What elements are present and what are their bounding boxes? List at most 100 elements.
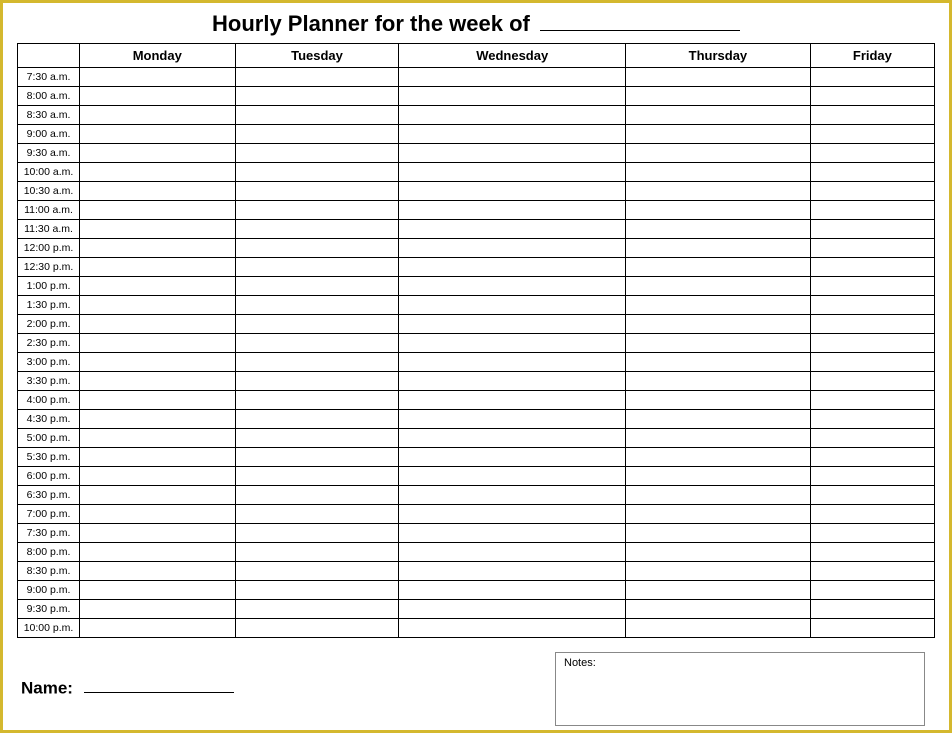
slot-cell (399, 448, 626, 467)
slot-cell (80, 201, 236, 220)
slot-cell (80, 315, 236, 334)
slot-cell (80, 106, 236, 125)
slot-cell (80, 68, 236, 87)
time-cell: 12:00 p.m. (18, 239, 80, 258)
slot-cell (235, 562, 399, 581)
slot-cell (626, 505, 811, 524)
slot-cell (80, 334, 236, 353)
slot-cell (626, 467, 811, 486)
slot-cell (235, 619, 399, 638)
time-cell: 7:30 p.m. (18, 524, 80, 543)
slot-cell (399, 315, 626, 334)
planner-frame: Hourly Planner for the week of Monday Tu… (0, 0, 952, 733)
notes-box: Notes: (555, 652, 925, 726)
slot-cell (80, 581, 236, 600)
slot-cell (810, 201, 934, 220)
slot-cell (399, 467, 626, 486)
day-header: Monday (80, 44, 236, 68)
time-row: 10:30 a.m. (18, 182, 935, 201)
slot-cell (80, 410, 236, 429)
slot-cell (80, 505, 236, 524)
time-cell: 9:00 a.m. (18, 125, 80, 144)
slot-cell (626, 106, 811, 125)
planner-table: Monday Tuesday Wednesday Thursday Friday… (17, 43, 935, 638)
slot-cell (810, 182, 934, 201)
slot-cell (80, 144, 236, 163)
slot-cell (235, 182, 399, 201)
slot-cell (810, 581, 934, 600)
slot-cell (80, 87, 236, 106)
slot-cell (399, 163, 626, 182)
time-cell: 9:00 p.m. (18, 581, 80, 600)
slot-cell (235, 125, 399, 144)
slot-cell (810, 429, 934, 448)
corner-cell (18, 44, 80, 68)
slot-cell (399, 239, 626, 258)
slot-cell (810, 163, 934, 182)
slot-cell (626, 581, 811, 600)
slot-cell (80, 182, 236, 201)
slot-cell (399, 144, 626, 163)
time-row: 11:30 a.m. (18, 220, 935, 239)
slot-cell (80, 353, 236, 372)
time-row: 8:00 p.m. (18, 543, 935, 562)
slot-cell (235, 467, 399, 486)
slot-cell (235, 277, 399, 296)
time-row: 8:00 a.m. (18, 87, 935, 106)
slot-cell (626, 372, 811, 391)
slot-cell (235, 258, 399, 277)
slot-cell (399, 258, 626, 277)
slot-cell (810, 239, 934, 258)
slot-cell (80, 448, 236, 467)
slot-cell (399, 334, 626, 353)
slot-cell (235, 486, 399, 505)
slot-cell (810, 543, 934, 562)
time-cell: 12:30 p.m. (18, 258, 80, 277)
time-row: 12:30 p.m. (18, 258, 935, 277)
slot-cell (810, 277, 934, 296)
slot-cell (810, 619, 934, 638)
time-row: 9:30 p.m. (18, 600, 935, 619)
slot-cell (399, 391, 626, 410)
slot-cell (810, 258, 934, 277)
name-blank-line (84, 678, 234, 693)
slot-cell (626, 258, 811, 277)
slot-cell (80, 562, 236, 581)
slot-cell (810, 467, 934, 486)
slot-cell (626, 239, 811, 258)
slot-cell (810, 391, 934, 410)
slot-cell (235, 144, 399, 163)
bottom-row: Name: Notes: (17, 652, 935, 726)
slot-cell (399, 562, 626, 581)
page-title: Hourly Planner for the week of (17, 11, 935, 37)
time-row: 11:00 a.m. (18, 201, 935, 220)
slot-cell (810, 600, 934, 619)
slot-cell (626, 125, 811, 144)
slot-cell (810, 87, 934, 106)
slot-cell (235, 315, 399, 334)
day-header: Wednesday (399, 44, 626, 68)
time-cell: 6:30 p.m. (18, 486, 80, 505)
slot-cell (626, 201, 811, 220)
slot-cell (80, 163, 236, 182)
slot-cell (810, 334, 934, 353)
time-cell: 8:30 a.m. (18, 106, 80, 125)
slot-cell (399, 486, 626, 505)
slot-cell (810, 486, 934, 505)
slot-cell (810, 410, 934, 429)
time-row: 8:30 a.m. (18, 106, 935, 125)
time-cell: 8:00 a.m. (18, 87, 80, 106)
slot-cell (399, 201, 626, 220)
slot-cell (80, 600, 236, 619)
slot-cell (399, 581, 626, 600)
time-cell: 11:00 a.m. (18, 201, 80, 220)
slot-cell (399, 68, 626, 87)
slot-cell (80, 486, 236, 505)
slot-cell (235, 391, 399, 410)
time-cell: 5:30 p.m. (18, 448, 80, 467)
slot-cell (399, 277, 626, 296)
time-row: 7:30 p.m. (18, 524, 935, 543)
slot-cell (626, 410, 811, 429)
slot-cell (399, 505, 626, 524)
day-header: Tuesday (235, 44, 399, 68)
